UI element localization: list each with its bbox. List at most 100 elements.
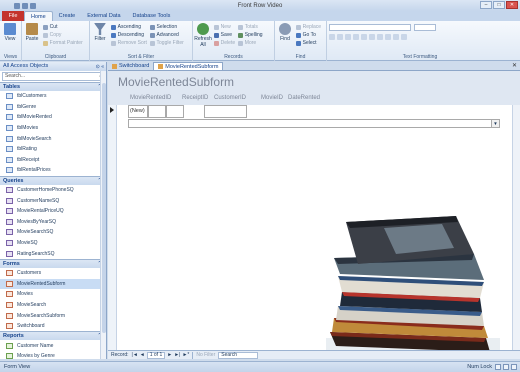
totals-button[interactable]: Totals xyxy=(237,23,263,31)
nav-group-tables[interactable]: Tables⌃ xyxy=(0,82,106,91)
spelling-button[interactable]: Spelling xyxy=(237,31,263,39)
selection-button[interactable]: Selection xyxy=(149,23,184,31)
nav-item-tblcustomers[interactable]: tblCustomers xyxy=(0,91,106,102)
layout-view-icon[interactable] xyxy=(503,364,509,370)
view-button[interactable]: View xyxy=(2,23,18,42)
nav-item-customerhomephonesq[interactable]: CustomerHomePhoneSQ xyxy=(0,185,106,196)
nav-item-switchboard[interactable]: Switchboard xyxy=(0,321,106,332)
align-left-icon[interactable] xyxy=(377,34,383,40)
scroll-thumb[interactable] xyxy=(102,83,106,333)
copy-button[interactable]: Copy xyxy=(42,31,83,39)
daterented-field[interactable] xyxy=(204,105,247,118)
tab-external-data[interactable]: External Data xyxy=(81,11,126,21)
form-scrollbar[interactable] xyxy=(512,105,520,350)
close-button[interactable]: ✕ xyxy=(506,1,518,9)
paste-button[interactable]: Paste xyxy=(24,23,40,42)
nav-item-customer-name[interactable]: Customer Name xyxy=(0,340,106,351)
font-size-select[interactable] xyxy=(414,24,436,31)
gridlines-icon[interactable] xyxy=(401,34,407,40)
record-search-input[interactable]: Search xyxy=(218,351,259,359)
nav-item-moviesbyyearsq[interactable]: MoviesByYearSQ xyxy=(0,217,106,228)
nav-item-ratingsearchsq[interactable]: RatingSearchSQ xyxy=(0,248,106,259)
toggle-filter-button[interactable]: Toggle Filter xyxy=(149,39,184,47)
nav-item-customernamesq[interactable]: CustomerNameSQ xyxy=(0,195,106,206)
replace-button[interactable]: Replace xyxy=(295,23,321,31)
nav-search-input[interactable]: Search... ⌕ xyxy=(2,72,104,81)
italic-icon[interactable] xyxy=(337,34,343,40)
format-painter-button[interactable]: Format Painter xyxy=(42,39,83,47)
previous-record-icon[interactable]: ◄ xyxy=(140,352,145,358)
file-tab[interactable]: File xyxy=(2,11,24,21)
refresh-all-button[interactable]: Refresh All xyxy=(194,23,212,48)
query-icon xyxy=(6,187,13,194)
select-button[interactable]: Select xyxy=(295,39,321,47)
design-view-icon[interactable] xyxy=(511,364,517,370)
nav-group-reports[interactable]: Reports⌃ xyxy=(0,331,106,341)
nav-item-tblmovierented[interactable]: tblMovieRented xyxy=(0,112,106,123)
close-document-icon[interactable]: ✕ xyxy=(512,62,517,69)
delete-record-button[interactable]: Delete xyxy=(213,39,235,47)
filter-button[interactable]: Filter xyxy=(92,23,108,42)
minimize-button[interactable]: – xyxy=(480,1,492,9)
nav-item-tblmoviesearch[interactable]: tblMovieSearch xyxy=(0,133,106,144)
nav-group-forms[interactable]: Forms⌃ xyxy=(0,258,106,268)
record-position-input[interactable]: 1 of 1 xyxy=(146,351,166,359)
movierentedid-field[interactable]: (New) xyxy=(128,105,148,118)
tab-switchboard[interactable]: Switchboard xyxy=(108,62,153,70)
more-button[interactable]: More xyxy=(237,39,263,47)
nav-group-queries[interactable]: Queries⌃ xyxy=(0,175,106,185)
nav-scrollbar[interactable] xyxy=(100,71,106,359)
bold-icon[interactable] xyxy=(329,34,335,40)
find-button[interactable]: Find xyxy=(277,23,293,42)
underline-icon[interactable] xyxy=(345,34,351,40)
descending-button[interactable]: Descending xyxy=(110,31,147,39)
new-record-button[interactable]: New xyxy=(213,23,235,31)
font-family-select[interactable] xyxy=(329,24,411,31)
nav-item-tblrating[interactable]: tblRating xyxy=(0,144,106,155)
nav-item-tblmovies[interactable]: tblMovies xyxy=(0,123,106,134)
font-color-icon[interactable] xyxy=(353,34,359,40)
advanced-button[interactable]: Advanced xyxy=(149,31,184,39)
nav-item-moviesq[interactable]: MovieSQ xyxy=(0,238,106,249)
nav-item-customers[interactable]: Customers xyxy=(0,268,106,279)
cut-button[interactable]: Cut xyxy=(42,23,83,31)
sort-ascending-icon xyxy=(110,24,116,30)
fill-color-icon[interactable] xyxy=(369,34,375,40)
nav-item-moviesearchsq[interactable]: MovieSearchSQ xyxy=(0,227,106,238)
new-record-icon[interactable]: ►* xyxy=(182,352,189,358)
filter-status[interactable]: No Filter xyxy=(196,352,215,358)
align-right-icon[interactable] xyxy=(393,34,399,40)
save-record-button[interactable]: Save xyxy=(213,31,235,39)
first-record-icon[interactable]: |◄ xyxy=(132,352,138,358)
query-icon xyxy=(6,218,13,225)
views-group: View Views xyxy=(0,21,22,61)
go-to-button[interactable]: Go To xyxy=(295,31,321,39)
receiptid-field[interactable] xyxy=(148,105,166,118)
nav-item-tblgenre[interactable]: tblGenre xyxy=(0,102,106,113)
tab-database-tools[interactable]: Database Tools xyxy=(127,11,177,21)
tab-create[interactable]: Create xyxy=(53,11,82,21)
nav-item-movies-by-genre[interactable]: Movies by Genre xyxy=(0,351,106,359)
highlight-icon[interactable] xyxy=(361,34,367,40)
tab-movierentedsubform[interactable]: MovieRentedSubform xyxy=(153,62,224,70)
last-record-icon[interactable]: ►| xyxy=(174,352,180,358)
nav-item-tblreceipt[interactable]: tblReceipt xyxy=(0,155,106,166)
ascending-button[interactable]: Ascending xyxy=(110,23,147,31)
nav-item-movies[interactable]: Movies xyxy=(0,289,106,300)
next-record-icon[interactable]: ► xyxy=(167,352,172,358)
align-center-icon[interactable] xyxy=(385,34,391,40)
form-view-icon[interactable] xyxy=(495,364,501,370)
nav-pane-header[interactable]: All Access Objects ⊙ « xyxy=(0,62,106,71)
customerid-field[interactable] xyxy=(166,105,184,118)
remove-sort-button[interactable]: Remove Sort xyxy=(110,39,147,47)
chevron-down-icon[interactable]: ▼ xyxy=(491,120,499,127)
nav-item-movierentalpriceuq[interactable]: MovieRentalPriceUQ xyxy=(0,206,106,217)
movieid-combo[interactable]: ▼ xyxy=(128,119,500,128)
nav-item-moviesearch[interactable]: MovieSearch xyxy=(0,300,106,311)
nav-item-tblrentalprices[interactable]: tblRentalPrices xyxy=(0,165,106,176)
nav-item-moviesearchsubform[interactable]: MovieSearchSubform xyxy=(0,310,106,321)
record-selector[interactable] xyxy=(108,105,117,350)
nav-item-movierentedsubform[interactable]: MovieRentedSubform xyxy=(0,278,106,290)
maximize-button[interactable]: □ xyxy=(493,1,505,9)
tab-home[interactable]: Home xyxy=(24,11,53,21)
